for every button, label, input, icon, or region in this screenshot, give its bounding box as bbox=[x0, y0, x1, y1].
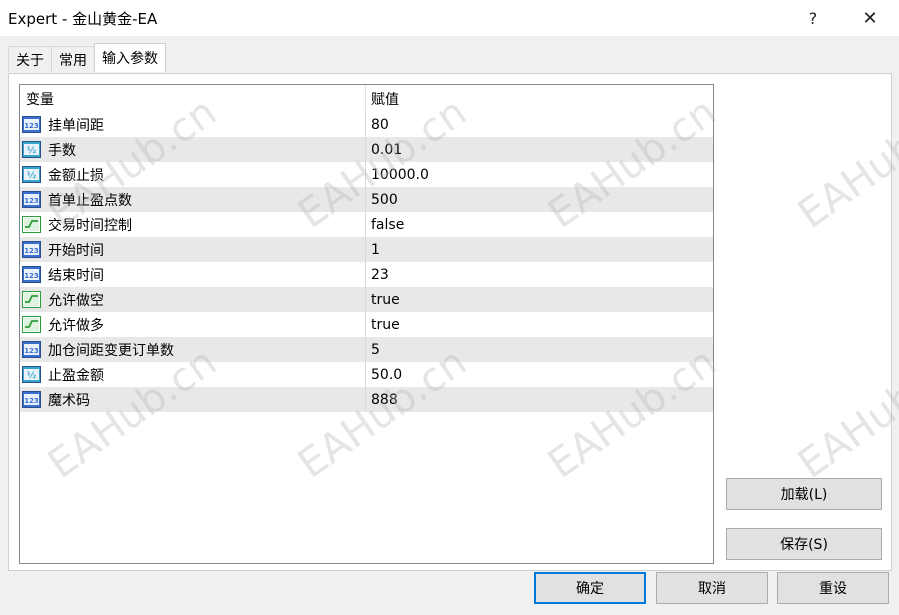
save-button[interactable]: 保存(S) bbox=[726, 528, 882, 560]
list-header: 变量 赋值 bbox=[20, 85, 713, 112]
expert-dialog: Expert - 金山黄金-EA ? ✕ 关于 常用 输入参数 变量 赋值 12… bbox=[0, 0, 899, 615]
parameter-name: 魔术码 bbox=[48, 392, 90, 409]
cell-variable: ½ 金额止损 bbox=[20, 162, 366, 187]
double-icon: ½ bbox=[22, 166, 48, 183]
parameter-name: 允许做多 bbox=[48, 317, 104, 334]
parameter-value[interactable]: false bbox=[366, 212, 713, 237]
cell-variable: 允许做多 bbox=[20, 312, 366, 337]
load-button[interactable]: 加载(L) bbox=[726, 478, 882, 510]
help-button[interactable]: ? bbox=[796, 4, 830, 32]
parameter-name: 手数 bbox=[48, 142, 76, 159]
int-icon: 123 bbox=[22, 116, 48, 133]
parameter-name: 结束时间 bbox=[48, 267, 104, 284]
parameter-value[interactable]: 1 bbox=[366, 237, 713, 262]
table-row[interactable]: ½ 止盈金额 50.0 bbox=[20, 362, 713, 387]
parameter-name: 挂单间距 bbox=[48, 117, 104, 134]
title-bar: Expert - 金山黄金-EA ? ✕ bbox=[0, 0, 899, 36]
table-row[interactable]: 交易时间控制 false bbox=[20, 212, 713, 237]
parameter-value[interactable]: true bbox=[366, 312, 713, 337]
ok-button[interactable]: 确定 bbox=[534, 572, 646, 604]
parameter-name: 加仓间距变更订单数 bbox=[48, 342, 174, 359]
bool-icon bbox=[22, 316, 48, 333]
bool-icon bbox=[22, 291, 48, 308]
cell-variable: 交易时间控制 bbox=[20, 212, 366, 237]
parameter-name: 止盈金额 bbox=[48, 367, 104, 384]
reset-button[interactable]: 重设 bbox=[777, 572, 889, 604]
svg-text:123: 123 bbox=[24, 247, 39, 255]
svg-text:123: 123 bbox=[24, 397, 39, 405]
double-icon: ½ bbox=[22, 141, 48, 158]
svg-text:½: ½ bbox=[27, 145, 36, 156]
table-row[interactable]: 123 结束时间 23 bbox=[20, 262, 713, 287]
tab-strip: 关于 常用 输入参数 bbox=[8, 43, 166, 73]
cell-variable: 123 魔术码 bbox=[20, 387, 366, 412]
cell-variable: 123 开始时间 bbox=[20, 237, 366, 262]
tab-inputs[interactable]: 输入参数 bbox=[94, 43, 166, 72]
parameter-value[interactable]: true bbox=[366, 287, 713, 312]
svg-text:123: 123 bbox=[24, 122, 39, 130]
cell-variable: ½ 止盈金额 bbox=[20, 362, 366, 387]
int-icon: 123 bbox=[22, 241, 48, 258]
header-value[interactable]: 赋值 bbox=[366, 85, 713, 112]
cell-variable: 123 加仓间距变更订单数 bbox=[20, 337, 366, 362]
table-row[interactable]: 123 挂单间距 80 bbox=[20, 112, 713, 137]
cell-variable: ½ 手数 bbox=[20, 137, 366, 162]
parameters-list[interactable]: 变量 赋值 123 挂单间距 80 ½ 手数 0.01 ½ 金额止损 10000.0 123 首单止… bbox=[19, 84, 714, 564]
parameter-value[interactable]: 500 bbox=[366, 187, 713, 212]
window-title: Expert - 金山黄金-EA bbox=[8, 10, 158, 28]
parameter-name: 金额止损 bbox=[48, 167, 104, 184]
table-row[interactable]: 123 加仓间距变更订单数 5 bbox=[20, 337, 713, 362]
bool-icon bbox=[22, 216, 48, 233]
double-icon: ½ bbox=[22, 366, 48, 383]
int-icon: 123 bbox=[22, 391, 48, 408]
svg-text:½: ½ bbox=[27, 370, 36, 381]
tab-about[interactable]: 关于 bbox=[8, 46, 52, 72]
table-row[interactable]: ½ 金额止损 10000.0 bbox=[20, 162, 713, 187]
cell-variable: 123 首单止盈点数 bbox=[20, 187, 366, 212]
close-button[interactable]: ✕ bbox=[853, 4, 887, 32]
table-row[interactable]: 123 开始时间 1 bbox=[20, 237, 713, 262]
cell-variable: 123 挂单间距 bbox=[20, 112, 366, 137]
cancel-button[interactable]: 取消 bbox=[656, 572, 768, 604]
table-row[interactable]: 允许做空 true bbox=[20, 287, 713, 312]
int-icon: 123 bbox=[22, 266, 48, 283]
header-variable[interactable]: 变量 bbox=[20, 85, 366, 112]
tab-common[interactable]: 常用 bbox=[51, 46, 95, 72]
parameter-value[interactable]: 80 bbox=[366, 112, 713, 137]
parameter-name: 交易时间控制 bbox=[48, 217, 132, 234]
cell-variable: 允许做空 bbox=[20, 287, 366, 312]
svg-text:½: ½ bbox=[27, 170, 36, 181]
parameter-name: 开始时间 bbox=[48, 242, 104, 259]
parameter-value[interactable]: 50.0 bbox=[366, 362, 713, 387]
parameter-name: 允许做空 bbox=[48, 292, 104, 309]
parameter-value[interactable]: 23 bbox=[366, 262, 713, 287]
int-icon: 123 bbox=[22, 341, 48, 358]
parameter-value[interactable]: 888 bbox=[366, 387, 713, 412]
parameter-name: 首单止盈点数 bbox=[48, 192, 132, 209]
list-rows: 123 挂单间距 80 ½ 手数 0.01 ½ 金额止损 10000.0 123 首单止盈点数 500… bbox=[20, 112, 713, 412]
parameter-value[interactable]: 10000.0 bbox=[366, 162, 713, 187]
table-row[interactable]: ½ 手数 0.01 bbox=[20, 137, 713, 162]
svg-text:123: 123 bbox=[24, 272, 39, 280]
int-icon: 123 bbox=[22, 191, 48, 208]
parameter-value[interactable]: 5 bbox=[366, 337, 713, 362]
parameter-value[interactable]: 0.01 bbox=[366, 137, 713, 162]
table-row[interactable]: 允许做多 true bbox=[20, 312, 713, 337]
svg-text:123: 123 bbox=[24, 347, 39, 355]
cell-variable: 123 结束时间 bbox=[20, 262, 366, 287]
table-row[interactable]: 123 首单止盈点数 500 bbox=[20, 187, 713, 212]
table-row[interactable]: 123 魔术码 888 bbox=[20, 387, 713, 412]
svg-text:123: 123 bbox=[24, 197, 39, 205]
